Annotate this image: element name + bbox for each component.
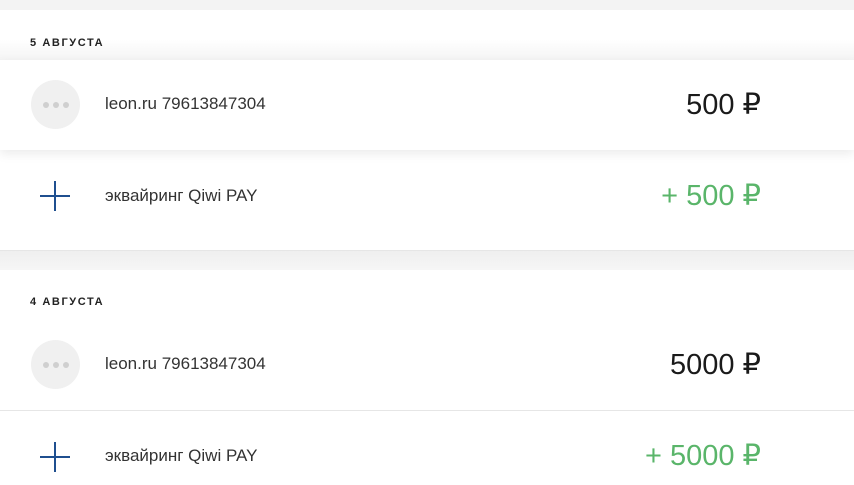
transaction-amount: 500 ₽ [686, 89, 761, 121]
top-divider-band [0, 0, 854, 10]
transaction-row[interactable]: эквайринг Qiwi PAY + 500 ₽ [0, 150, 854, 251]
transaction-row[interactable]: leon.ru 79613847304 500 ₽ [0, 60, 854, 150]
more-dots-icon [31, 80, 80, 129]
transaction-amount: 5000 ₽ [669, 349, 761, 381]
plus-icon [40, 442, 70, 472]
date-header: 5 АВГУСТА [0, 10, 854, 60]
more-dots-icon [31, 340, 80, 389]
transaction-row[interactable]: эквайринг Qiwi PAY + 5000 ₽ [0, 411, 854, 485]
transaction-amount: + 5000 ₽ [644, 440, 761, 472]
transaction-history: 5 АВГУСТА leon.ru 79613847304 500 ₽ эква… [0, 0, 854, 485]
transaction-row[interactable]: leon.ru 79613847304 5000 ₽ [0, 320, 854, 411]
date-label: 4 АВГУСТА [30, 296, 105, 308]
plus-icon [40, 181, 70, 211]
transaction-description: эквайринг Qiwi PAY [105, 446, 258, 465]
date-header: 4 АВГУСТА [0, 270, 854, 320]
transaction-description: leon.ru 79613847304 [105, 94, 266, 113]
group-divider-band [0, 251, 854, 270]
date-label: 5 АВГУСТА [30, 37, 105, 49]
transaction-description: leon.ru 79613847304 [105, 354, 266, 373]
transaction-description: эквайринг Qiwi PAY [105, 186, 258, 205]
transaction-amount: + 500 ₽ [661, 180, 761, 212]
